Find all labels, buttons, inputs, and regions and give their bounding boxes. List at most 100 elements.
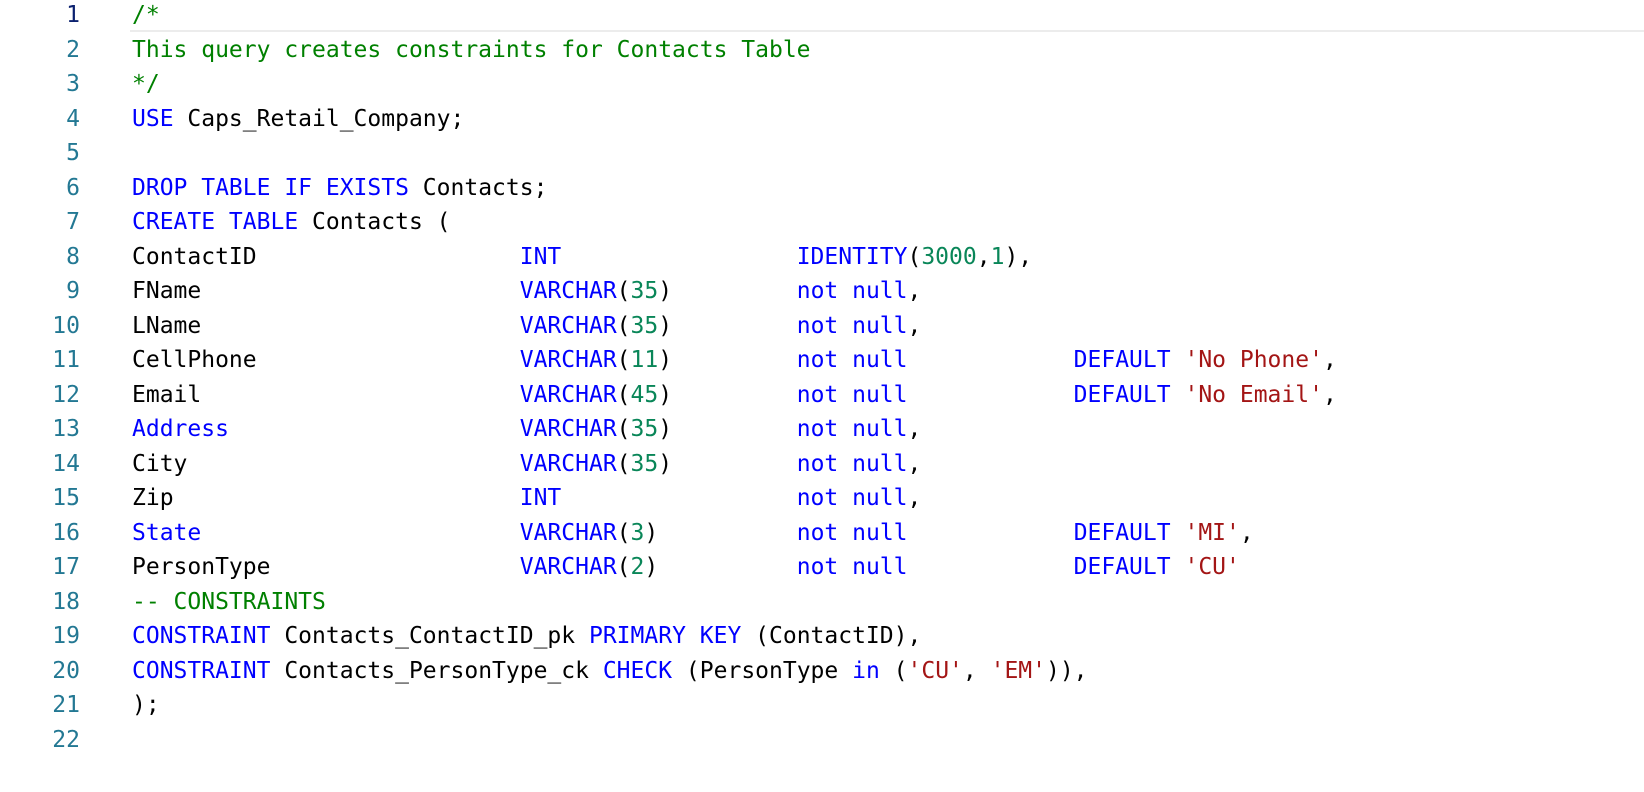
code-text[interactable]: CONSTRAINT Contacts_PersonType_ck CHECK …: [132, 653, 1088, 689]
code-text[interactable]: Email VARCHAR(45) not null DEFAULT 'No E…: [132, 377, 1337, 413]
code-token-comment: /*: [132, 2, 160, 28]
code-token-keyword: Address: [132, 416, 229, 442]
code-token-plain: City: [132, 450, 520, 477]
code-token-keyword: not null: [796, 519, 908, 546]
code-token-number: 35: [630, 416, 659, 442]
code-token-number: 35: [630, 450, 659, 477]
code-token-plain: Zip: [132, 485, 520, 511]
code-line[interactable]: 22: [0, 722, 1644, 758]
code-line[interactable]: 18 -- CONSTRAINTS: [0, 584, 1644, 620]
code-token-plain: Caps_Retail_Company;: [173, 105, 465, 132]
code-text[interactable]: CREATE TABLE Contacts (: [132, 204, 451, 240]
line-number: 1: [66, 2, 80, 28]
code-token-plain: ,: [907, 450, 922, 477]
code-token-keyword: not null: [796, 554, 908, 580]
code-line[interactable]: 4 USE Caps_Retail_Company;: [0, 101, 1644, 137]
line-number: 3: [66, 71, 80, 97]
code-line[interactable]: 10 LName VARCHAR(35) not null,: [0, 308, 1644, 344]
code-line[interactable]: 17 PersonType VARCHAR(2) not null DEFAULT…: [0, 549, 1644, 585]
code-token-plain: Email: [132, 381, 520, 408]
code-token-plain: ): [658, 416, 797, 442]
code-line[interactable]: 8 ContactID INT IDENTITY(3000,1),: [0, 239, 1644, 275]
code-token-keyword: DEFAULT: [1073, 554, 1171, 580]
code-text[interactable]: ContactID INT IDENTITY(3000,1),: [132, 239, 1032, 275]
code-token-plain: (PersonType: [672, 657, 853, 684]
code-token-plain: Contacts_ContactID_pk: [270, 623, 589, 649]
code-token-keyword: VARCHAR: [519, 450, 617, 477]
code-token-string: 'CU': [907, 657, 963, 684]
code-token-number: 11: [630, 347, 659, 373]
line-number: 15: [52, 485, 80, 511]
code-text[interactable]: This query creates constraints for Conta…: [132, 32, 811, 68]
line-number: 11: [52, 347, 80, 373]
code-line[interactable]: 21);: [0, 687, 1644, 723]
code-token-plain: (: [616, 347, 631, 373]
code-line[interactable]: 2 This query creates constraints for Cont…: [0, 32, 1644, 68]
code-token-string: 'CU': [1184, 554, 1240, 580]
code-token-comment: -- CONSTRAINTS: [132, 588, 326, 615]
code-token-keyword: DEFAULT: [1073, 381, 1171, 408]
line-number: 21: [52, 692, 80, 718]
code-token-plain: ): [658, 312, 797, 339]
code-text[interactable]: PersonType VARCHAR(2) not null DEFAULT '…: [132, 549, 1240, 585]
code-token-plain: ): [644, 554, 797, 580]
code-text[interactable]: FName VARCHAR(35) not null,: [132, 273, 921, 309]
code-text[interactable]: Zip INT not null,: [132, 480, 921, 516]
code-text[interactable]: LName VARCHAR(35) not null,: [132, 308, 921, 344]
code-token-keyword: DEFAULT: [1073, 519, 1171, 546]
code-token-plain: ,: [907, 312, 922, 339]
code-text[interactable]: State VARCHAR(3) not null DEFAULT 'MI',: [132, 515, 1254, 551]
code-token-string: 'No Phone': [1184, 347, 1323, 373]
code-text[interactable]: CONSTRAINT Contacts_ContactID_pk PRIMARY…: [132, 618, 921, 654]
code-line[interactable]: 3 */: [0, 66, 1644, 102]
code-token-plain: ): [658, 278, 797, 304]
code-line[interactable]: 9 FName VARCHAR(35) not null,: [0, 273, 1644, 309]
code-token-string: 'EM': [990, 657, 1046, 684]
code-line[interactable]: 11 CellPhone VARCHAR(11) not null DEFAULT…: [0, 342, 1644, 378]
code-line[interactable]: 5: [0, 135, 1644, 171]
code-text[interactable]: Address VARCHAR(35) not null,: [132, 411, 921, 447]
code-text[interactable]: City VARCHAR(35) not null,: [132, 446, 921, 482]
code-text[interactable]: USE Caps_Retail_Company;: [132, 101, 464, 137]
code-line[interactable]: 14 City VARCHAR(35) not null,: [0, 446, 1644, 482]
code-line[interactable]: 16 State VARCHAR(3) not null DEFAULT 'MI'…: [0, 515, 1644, 551]
code-line[interactable]: 7 CREATE TABLE Contacts (: [0, 204, 1644, 240]
code-token-keyword: not null: [796, 381, 908, 408]
code-line[interactable]: 13 Address VARCHAR(35) not null,: [0, 411, 1644, 447]
code-token-plain: LName: [132, 312, 520, 339]
code-token-plain: FName: [132, 278, 520, 304]
code-token-keyword: not null: [796, 450, 908, 477]
code-token-plain: (: [879, 657, 908, 684]
code-editor[interactable]: 1 /* 2 This query creates constraints for C…: [0, 0, 1644, 792]
code-token-comment: */: [132, 71, 160, 97]
code-token-string: 'No Email': [1184, 381, 1323, 408]
code-line[interactable]: 6 DROP TABLE IF EXISTS Contacts;: [0, 170, 1644, 206]
code-line[interactable]: 20 CONSTRAINT Contacts_PersonType_ck CHEC…: [0, 653, 1644, 689]
code-text[interactable]: );: [132, 687, 160, 723]
code-token-plain: Contacts_PersonType_ck: [270, 657, 603, 684]
code-text[interactable]: CellPhone VARCHAR(11) not null DEFAULT '…: [132, 342, 1337, 378]
code-text[interactable]: -- CONSTRAINTS: [132, 584, 326, 620]
line-number: 22: [52, 726, 80, 753]
code-token-plain: PersonType: [132, 554, 520, 580]
code-token-number: 45: [630, 381, 659, 408]
code-token-keyword: not null: [796, 278, 908, 304]
code-line[interactable]: 15 Zip INT not null,: [0, 480, 1644, 516]
code-line[interactable]: 12 Email VARCHAR(45) not null DEFAULT 'No…: [0, 377, 1644, 413]
code-token-plain: ,: [907, 485, 922, 511]
code-token-plain: ,: [907, 278, 922, 304]
code-token-plain: (: [616, 278, 631, 304]
code-line[interactable]: 19 CONSTRAINT Contacts_ContactID_pk PRIMA…: [0, 618, 1644, 654]
code-token-number: 2: [630, 554, 645, 580]
code-text[interactable]: */: [132, 66, 160, 102]
code-text[interactable]: DROP TABLE IF EXISTS Contacts;: [132, 170, 547, 206]
code-token-plain: (: [616, 554, 631, 580]
code-text[interactable]: /*: [132, 0, 160, 33]
code-token-keyword: INT: [519, 485, 562, 511]
code-token-number: 35: [630, 312, 659, 339]
line-number: 9: [66, 278, 80, 304]
line-number: 5: [66, 140, 80, 166]
code-line[interactable]: 1 /*: [0, 0, 1644, 33]
